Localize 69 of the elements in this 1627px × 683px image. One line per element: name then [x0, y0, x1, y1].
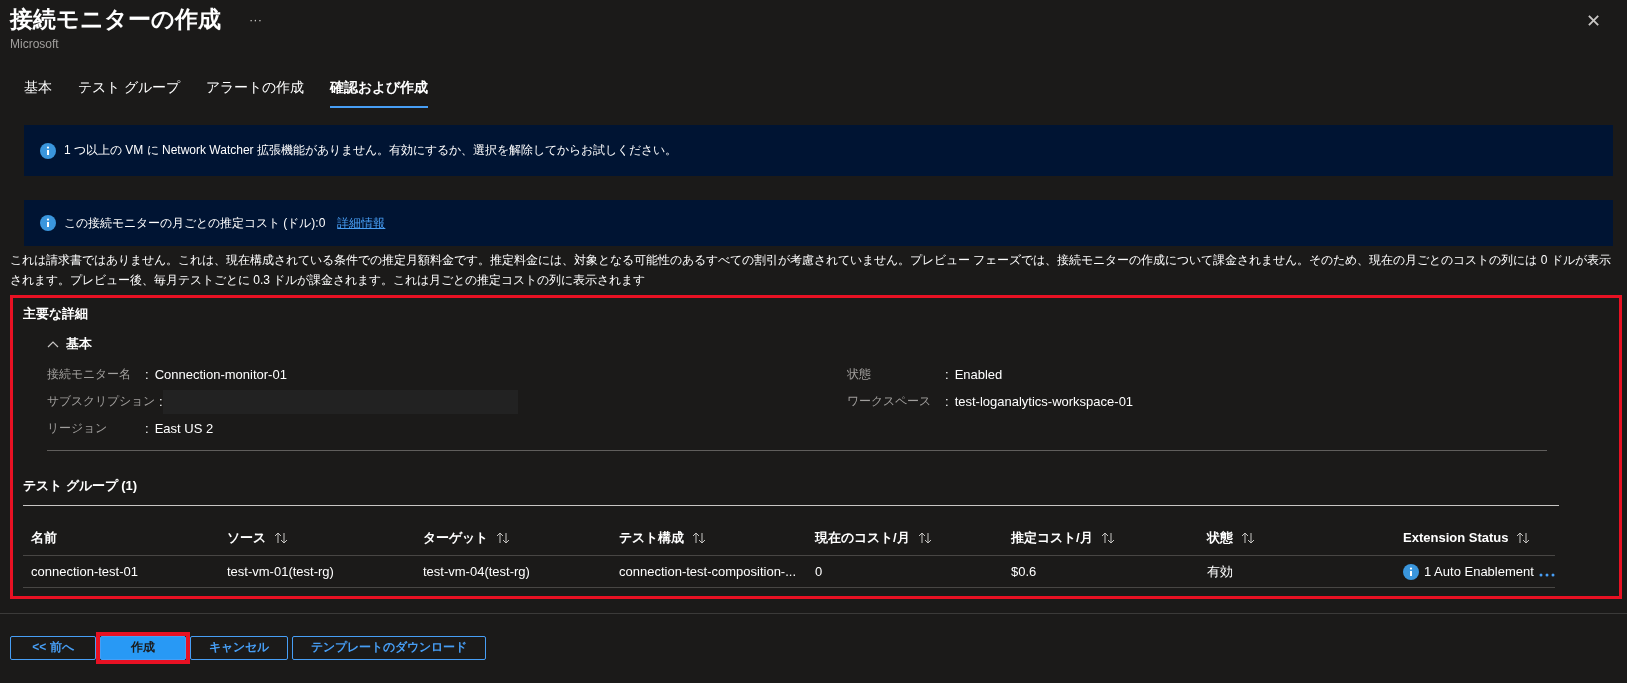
column-header[interactable]: 状態: [1199, 520, 1395, 556]
section-title: テスト グループ (1): [23, 477, 1559, 506]
field-label: ワークスペース: [847, 393, 932, 410]
field-label: サブスクリプション: [47, 393, 155, 410]
tab[interactable]: 確認および作成: [329, 79, 428, 108]
sort-icon[interactable]: [692, 531, 706, 544]
column-header[interactable]: ソース: [219, 520, 415, 556]
field-label: 接続モニター名: [47, 366, 132, 383]
column-label: ターゲット: [423, 528, 488, 547]
banner-text: 1 つ以上の VM に Network Watcher 拡張機能がありません。有効にするか、選択を解除してからお試しください。: [64, 142, 677, 159]
column-header[interactable]: テスト構成: [611, 520, 807, 556]
column-header[interactable]: 現在のコスト/月: [807, 520, 1003, 556]
table-cell: 0: [807, 556, 1003, 588]
section-title: 主要な詳細: [23, 305, 89, 323]
table-cell: test-vm-04(test-rg): [415, 556, 611, 588]
column-label: 推定コスト/月: [1011, 528, 1093, 547]
banner-text: この接続モニターの月ごとの推定コスト (ドル):0: [64, 214, 326, 232]
column-header[interactable]: 名前: [23, 520, 219, 556]
more-button[interactable]: ···: [249, 12, 262, 27]
close-button[interactable]: ✕: [1586, 10, 1601, 32]
publisher-text: Microsoft: [10, 37, 60, 51]
field-value: Enabled: [954, 367, 1003, 382]
info-icon: [1403, 563, 1419, 580]
info-icon: [40, 215, 56, 231]
sort-icon[interactable]: [274, 531, 288, 544]
learn-more-link[interactable]: 詳細情報: [337, 214, 386, 232]
sort-icon[interactable]: [496, 531, 510, 544]
tab[interactable]: アラートの作成: [205, 79, 304, 108]
colon-text: :: [945, 394, 949, 409]
colon-text: :: [159, 394, 163, 409]
footer-button[interactable]: テンプレートのダウンロード: [292, 635, 486, 660]
tab[interactable]: テスト グループ: [78, 79, 180, 108]
column-label: ソース: [227, 528, 266, 547]
tab[interactable]: 基本: [24, 79, 52, 108]
info-icon: [40, 142, 56, 159]
field-value: East US 2: [154, 421, 214, 436]
field-value: test-loganalytics-workspace-01: [954, 394, 1134, 409]
disclaimer-text: これは請求書ではありません。これは、現在構成されている条件での推定月額料金です。推定料金には、対象となる可能性のあるすべての割引が考慮されていません。プレビュー フェーズでは、接続モニターの作成について課金されません。そのため、現在の月ごとのコストの列には 0 ドルが表示されます。プレビュー後、毎月テストごとに 0.3 ドルが課金されます。これは月ごとの推定コストの列に表示されます: [10, 252, 1612, 289]
footer-button[interactable]: キャンセル: [190, 635, 288, 660]
more-icon: [1539, 572, 1555, 577]
column-label: テスト構成: [619, 528, 684, 547]
sort-icon[interactable]: [1100, 531, 1115, 544]
colon-text: :: [945, 367, 949, 382]
accordion-header[interactable]: 基本: [47, 335, 1609, 353]
column-label: Extension Status: [1403, 530, 1509, 545]
table-cell: connection-test-01: [23, 556, 219, 588]
table-cell: test-vm-01(test-rg): [219, 556, 415, 588]
sort-icon[interactable]: [1516, 531, 1531, 544]
colon-text: :: [145, 367, 149, 382]
field-label: リージョン: [47, 420, 108, 437]
column-header[interactable]: ターゲット: [415, 520, 611, 556]
colon-text: :: [145, 421, 149, 436]
field-label: 状態: [847, 366, 872, 383]
chevron-icon: [47, 340, 59, 348]
column-label: 名前: [31, 528, 57, 547]
column-label: 状態: [1207, 528, 1233, 547]
footer-button[interactable]: 作成: [100, 635, 186, 660]
table-cell: 1 Auto Enablement: [1424, 564, 1534, 579]
table-cell: 有効: [1199, 556, 1395, 588]
table-cell: $0.6: [1003, 556, 1199, 588]
footer-button[interactable]: << 前へ: [10, 635, 96, 660]
page-title: 接続モニターの作成: [10, 5, 221, 34]
sort-icon[interactable]: [1241, 531, 1255, 544]
table-cell: connection-test-composition-...: [611, 556, 807, 588]
column-header[interactable]: Extension Status: [1395, 520, 1555, 556]
sort-icon[interactable]: [917, 531, 932, 544]
column-header[interactable]: 推定コスト/月: [1003, 520, 1199, 556]
field-value: Connection-monitor-01: [154, 367, 287, 382]
column-label: 現在のコスト/月: [815, 528, 910, 547]
